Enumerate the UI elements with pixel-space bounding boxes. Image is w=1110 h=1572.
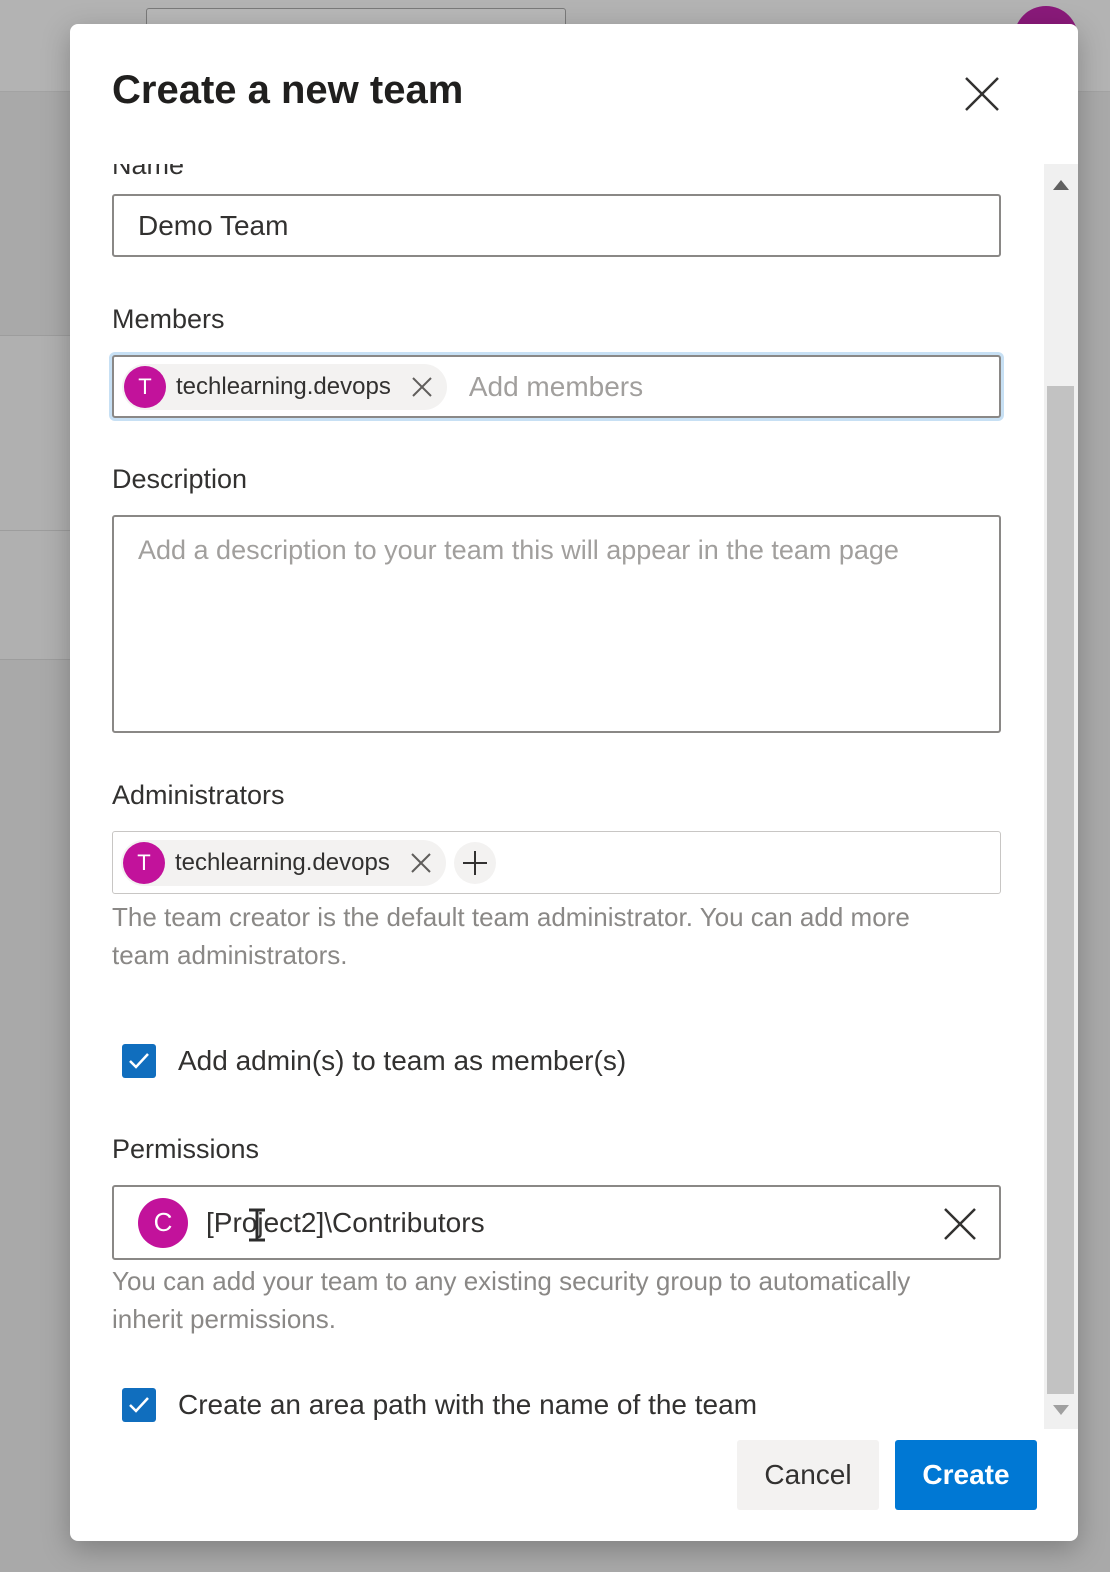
create-area-path-checkbox[interactable]: Create an area path with the name of the… — [122, 1388, 757, 1422]
scroll-thumb[interactable] — [1047, 386, 1074, 1394]
remove-member-button[interactable] — [407, 372, 437, 402]
background-divider — [0, 530, 80, 531]
avatar: T — [123, 841, 165, 884]
close-icon — [411, 852, 431, 873]
description-textarea[interactable]: Add a description to your team this will… — [112, 515, 1001, 733]
triangle-down-icon — [1053, 1405, 1069, 1415]
add-admin-as-member-checkbox[interactable]: Add admin(s) to team as member(s) — [122, 1044, 626, 1078]
team-name-input[interactable]: Demo Team — [112, 194, 1001, 257]
members-picker[interactable]: T techlearning.devops Add members — [112, 355, 1001, 418]
dialog-title: Create a new team — [112, 68, 464, 112]
add-admin-as-member-label: Add admin(s) to team as member(s) — [178, 1045, 627, 1076]
member-chip-name: techlearning.devops — [176, 372, 391, 400]
create-team-dialog: Create a new team Name Demo Team Members… — [70, 24, 1078, 1541]
member-chip: T techlearning.devops — [122, 363, 447, 410]
administrators-label: Administrators — [112, 780, 285, 810]
cancel-button[interactable]: Cancel — [737, 1440, 879, 1510]
remove-admin-button[interactable] — [406, 848, 436, 878]
create-button[interactable]: Create — [895, 1440, 1037, 1510]
members-label: Members — [112, 304, 225, 334]
plus-icon — [462, 850, 487, 875]
admin-chip-name: techlearning.devops — [175, 848, 390, 876]
add-members-input[interactable]: Add members — [469, 371, 643, 403]
name-label: Name — [112, 164, 185, 180]
text-cursor-icon — [249, 1208, 265, 1242]
dialog-scroll-area[interactable]: Name Demo Team Members T techlearning.de… — [70, 164, 1078, 1429]
permissions-label: Permissions — [112, 1134, 260, 1164]
permissions-helper-text: You can add your team to any existing se… — [112, 1266, 911, 1334]
checkmark-icon — [129, 1053, 149, 1069]
avatar: T — [124, 365, 166, 408]
close-icon — [965, 77, 999, 111]
group-avatar: C — [138, 1197, 188, 1248]
team-name-value: Demo Team — [138, 209, 289, 241]
create-area-path-label: Create an area path with the name of the… — [178, 1389, 758, 1420]
background-panel — [0, 335, 80, 660]
checkbox-checked[interactable] — [122, 1388, 156, 1422]
clear-permissions-button[interactable] — [939, 1203, 981, 1245]
close-icon — [412, 376, 432, 397]
administrators-picker[interactable]: T techlearning.devops — [112, 831, 1001, 894]
scroll-down-arrow[interactable] — [1044, 1397, 1078, 1423]
add-administrator-button[interactable] — [453, 841, 496, 884]
admin-chip: T techlearning.devops — [121, 839, 446, 886]
checkbox-checked[interactable] — [122, 1044, 156, 1078]
vertical-scrollbar[interactable] — [1044, 164, 1078, 1429]
close-icon — [944, 1208, 976, 1240]
close-button[interactable] — [960, 72, 1004, 116]
checkmark-icon — [129, 1397, 149, 1413]
administrators-helper-text: The team creator is the default team adm… — [112, 902, 910, 970]
description-label: Description — [112, 464, 248, 494]
scroll-up-arrow[interactable] — [1044, 172, 1078, 198]
triangle-up-icon — [1053, 180, 1069, 190]
